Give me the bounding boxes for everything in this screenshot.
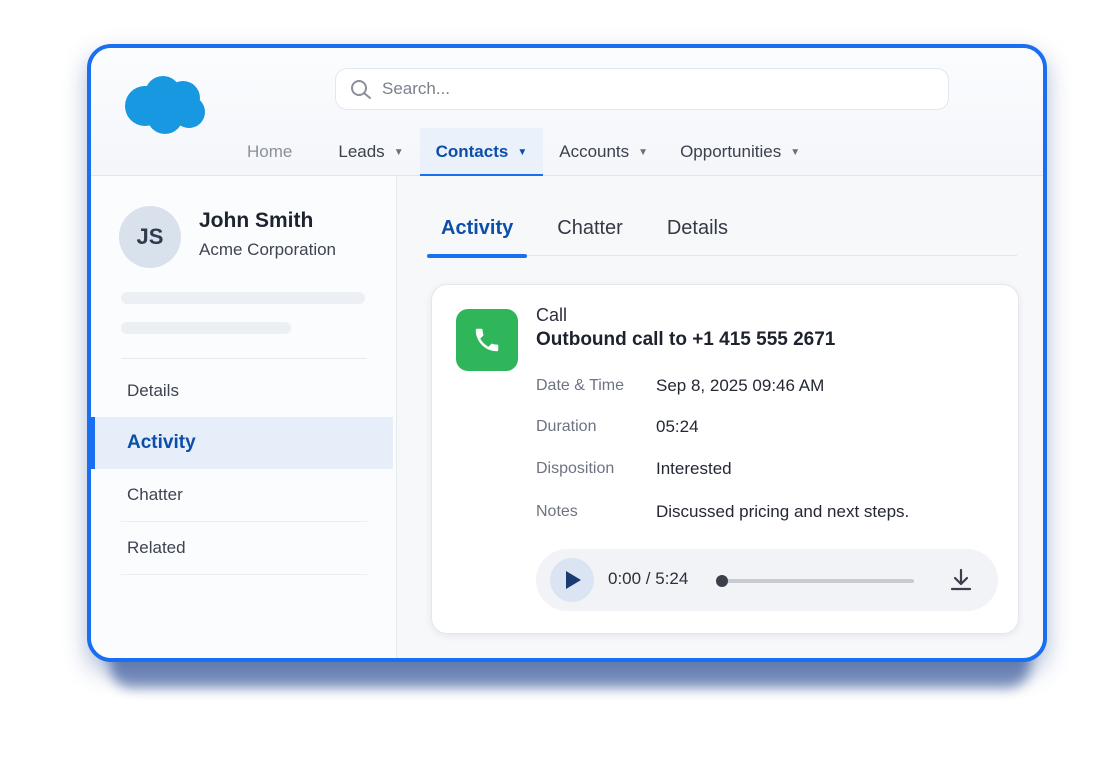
activity-title: Outbound call to +1 415 555 2671 <box>536 329 836 350</box>
playback-time: 0:00 / 5:24 <box>608 569 689 588</box>
sidebar-item-details[interactable]: Details <box>91 365 393 417</box>
sidebar-item-label: Details <box>127 381 179 400</box>
placeholder-line <box>121 292 365 304</box>
contact-company: Acme Corporation <box>199 240 337 259</box>
field-value-disposition: Interested <box>656 459 732 478</box>
sidebar-item-chatter[interactable]: Chatter <box>91 469 393 521</box>
sidebar-item-label: Chatter <box>127 485 183 504</box>
field-value-duration: 05:24 <box>656 417 699 436</box>
audio-player: 0:00 / 5:24 <box>536 549 998 611</box>
chevron-down-icon: ▼ <box>638 146 649 158</box>
phone-icon <box>456 309 518 371</box>
nav-tab-home[interactable]: Home <box>231 128 308 176</box>
tab-activity[interactable]: Activity <box>427 200 528 258</box>
global-search-bar[interactable] <box>335 68 949 110</box>
placeholder-line <box>121 322 291 334</box>
top-nav: Home Leads ▼ Contacts ▼ Accounts ▼ Oppor… <box>231 128 816 177</box>
nav-tab-opportunities[interactable]: Opportunities ▼ <box>664 128 816 176</box>
sidebar-item-activity[interactable]: Activity <box>91 417 393 469</box>
avatar: JS <box>119 206 181 268</box>
field-value-date-time: Sep 8, 2025 09:46 AM <box>656 376 825 395</box>
play-icon <box>566 571 581 589</box>
tab-label: Chatter <box>557 216 623 239</box>
record-main: Activity Chatter Details Call Outbound c… <box>397 176 1043 658</box>
tab-chatter[interactable]: Chatter <box>543 200 637 256</box>
download-icon <box>950 568 972 591</box>
nav-tab-label: Home <box>247 142 293 161</box>
search-icon <box>348 78 376 100</box>
nav-tab-leads[interactable]: Leads ▼ <box>322 128 419 176</box>
chevron-down-icon: ▼ <box>393 146 404 158</box>
sidebar-item-related[interactable]: Related <box>91 522 393 574</box>
nav-tab-label: Accounts <box>559 142 630 161</box>
field-label-date-time: Date & Time <box>536 377 625 394</box>
divider <box>121 358 367 359</box>
contact-name: John Smith <box>199 209 314 232</box>
nav-tab-label: Leads <box>338 142 385 161</box>
play-button[interactable] <box>550 558 594 602</box>
record-sidebar: JS John Smith Acme Corporation Details A… <box>91 176 397 658</box>
app-window: Home Leads ▼ Contacts ▼ Accounts ▼ Oppor… <box>87 44 1047 662</box>
cloud-logo-icon[interactable] <box>121 72 211 136</box>
download-button[interactable] <box>948 567 974 593</box>
tab-details[interactable]: Details <box>653 200 742 256</box>
playback-track[interactable] <box>720 579 914 583</box>
chevron-down-icon: ▼ <box>790 146 801 158</box>
nav-tab-accounts[interactable]: Accounts ▼ <box>543 128 664 176</box>
field-label-disposition: Disposition <box>536 460 615 477</box>
chevron-down-icon: ▼ <box>517 146 528 158</box>
tab-label: Details <box>666 216 728 239</box>
tab-label: Activity <box>441 216 514 239</box>
divider <box>121 574 367 575</box>
nav-tab-contacts[interactable]: Contacts ▼ <box>419 128 544 177</box>
playback-scrubber[interactable] <box>716 575 728 587</box>
field-label-notes: Notes <box>536 503 578 520</box>
search-input[interactable] <box>382 79 902 99</box>
activity-card: Call Outbound call to +1 415 555 2671 Da… <box>431 284 1019 634</box>
field-label-duration: Duration <box>536 418 597 435</box>
field-value-notes: Discussed pricing and next steps. <box>656 502 910 521</box>
nav-tab-label: Contacts <box>435 142 509 161</box>
sidebar-item-label: Activity <box>127 432 196 453</box>
nav-tab-label: Opportunities <box>680 142 782 161</box>
activity-type: Call <box>536 305 568 325</box>
app-header: Home Leads ▼ Contacts ▼ Accounts ▼ Oppor… <box>91 48 1043 177</box>
record-tabs: Activity Chatter Details <box>427 200 1017 258</box>
sidebar-item-label: Related <box>127 538 186 557</box>
